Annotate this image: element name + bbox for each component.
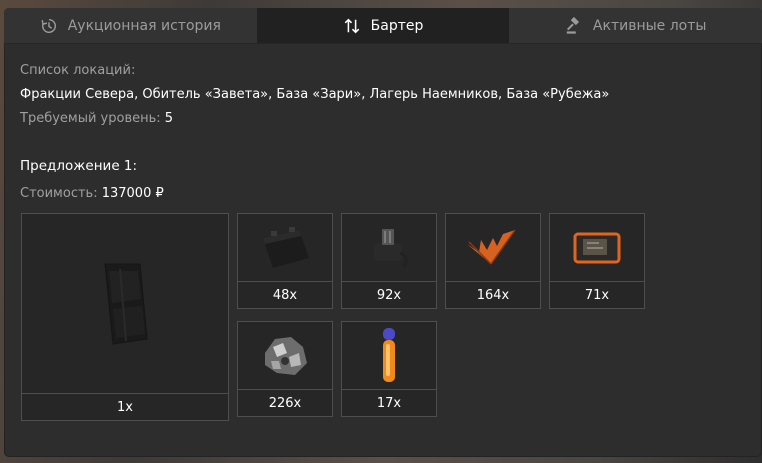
tab-bar: Аукционная история Бартер Активные лоты: [4, 8, 762, 44]
required-level-value: 5: [164, 111, 174, 126]
tab-active-lots[interactable]: Активные лоты: [509, 8, 762, 43]
tab-active-lots-label: Активные лоты: [592, 17, 707, 34]
required-level: Требуемый уровень: 5: [20, 111, 173, 126]
offer-title: Предложение 1:: [20, 158, 138, 174]
reward-item-qty: 1x: [22, 393, 228, 420]
barter-item-qty: 164x: [446, 281, 540, 308]
rifle-magazine-icon: [22, 214, 228, 394]
orange-fern-icon: [446, 214, 540, 282]
barter-item-qty: 92x: [342, 281, 436, 308]
reward-item-slot[interactable]: 1x: [21, 213, 229, 421]
locations-value: Фракции Севера, Обитель «Завета», База «…: [20, 87, 610, 102]
barter-item-slot[interactable]: 71x: [549, 213, 645, 309]
barter-item-qty: 17x: [342, 389, 436, 416]
locations-label: Список локаций:: [20, 63, 136, 78]
gavel-icon: [565, 16, 583, 35]
tab-barter[interactable]: Бартер: [256, 8, 510, 43]
barter-item-qty: 48x: [238, 281, 332, 308]
barter-item-slot[interactable]: 48x: [237, 213, 333, 309]
history-icon: [40, 17, 58, 35]
tab-auction-history-label: Аукционная история: [67, 17, 221, 34]
tab-auction-history[interactable]: Аукционная история: [4, 8, 257, 43]
scrap-metal-icon: [238, 322, 332, 390]
barter-item-slot[interactable]: 92x: [341, 213, 437, 309]
barter-item-slot[interactable]: 17x: [341, 321, 437, 417]
tab-barter-label: Бартер: [370, 17, 424, 34]
barter-item-qty: 226x: [238, 389, 332, 416]
offer-cost-label: Стоимость:: [20, 186, 98, 201]
glow-stick-icon: [342, 322, 436, 390]
required-level-label: Требуемый уровень:: [20, 111, 161, 126]
barter-item-slot[interactable]: 226x: [237, 321, 333, 417]
offer-cost-value: 137000 ₽: [101, 186, 164, 201]
barter-panel: Аукционная история Бартер Активные лоты …: [4, 8, 762, 457]
swap-arrows-icon: [343, 17, 361, 35]
offer-cost: Стоимость: 137000 ₽: [20, 186, 164, 201]
barter-item-qty: 71x: [550, 281, 644, 308]
tablet-device-icon: [550, 214, 644, 282]
electronic-component-icon: [342, 214, 436, 282]
battery-icon: [238, 214, 332, 282]
barter-item-slot[interactable]: 164x: [445, 213, 541, 309]
